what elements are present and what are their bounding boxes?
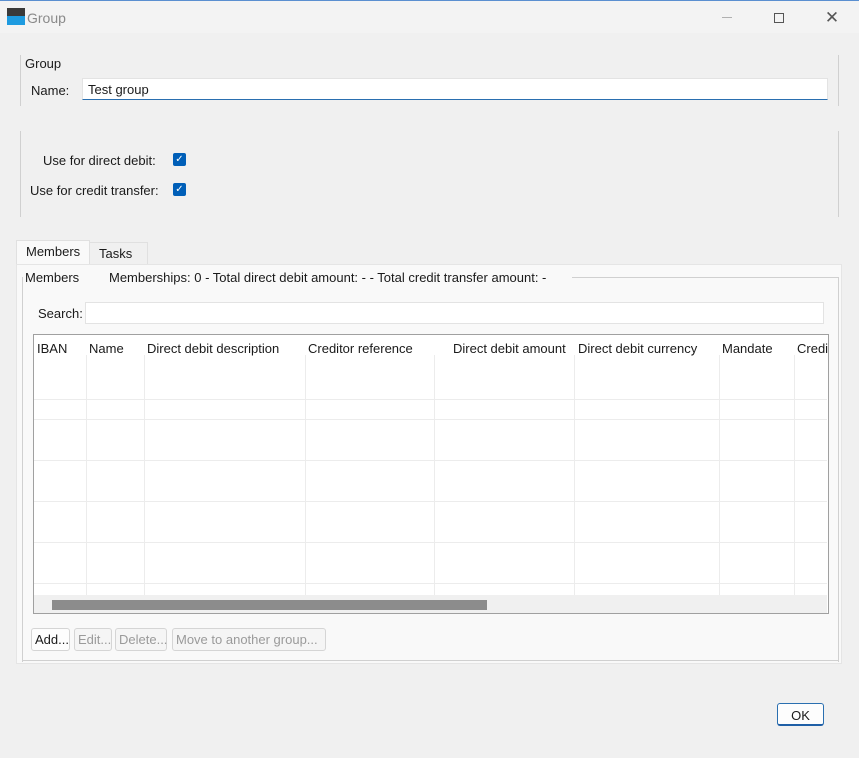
add-button[interactable]: Add... <box>31 628 70 651</box>
column-header-iban[interactable]: IBAN <box>37 341 67 356</box>
members-panel: Members Memberships: 0 - Total direct de… <box>16 264 842 664</box>
column-divider <box>719 355 720 595</box>
direct-debit-label: Use for direct debit: <box>43 153 156 168</box>
column-header-credit[interactable]: Credi <box>797 341 828 356</box>
search-label: Search: <box>38 306 83 321</box>
window-title: Group <box>27 10 66 26</box>
edit-button[interactable]: Edit... <box>74 628 112 651</box>
title-bar: Group ✕ <box>0 0 859 33</box>
maximize-icon <box>774 12 784 23</box>
row-divider <box>34 460 827 461</box>
delete-button[interactable]: Delete... <box>115 628 167 651</box>
column-header-dd-description[interactable]: Direct debit description <box>147 341 279 356</box>
options-box-border <box>20 131 21 217</box>
column-divider <box>794 355 795 595</box>
column-divider <box>144 355 145 595</box>
members-box-top-border <box>572 277 838 278</box>
row-divider <box>34 501 827 502</box>
move-to-group-button[interactable]: Move to another group... <box>172 628 326 651</box>
column-divider <box>434 355 435 595</box>
column-header-mandate[interactable]: Mandate <box>722 341 773 356</box>
row-divider <box>34 399 827 400</box>
name-field[interactable]: Test group <box>82 78 828 100</box>
ok-button[interactable]: OK <box>777 703 824 726</box>
minimize-button[interactable] <box>701 1 753 34</box>
check-icon: ✓ <box>175 184 184 195</box>
credit-transfer-checkbox[interactable]: ✓ <box>173 183 186 196</box>
maximize-button[interactable] <box>753 1 805 34</box>
direct-debit-checkbox[interactable]: ✓ <box>173 153 186 166</box>
horizontal-scrollbar[interactable] <box>34 595 827 613</box>
row-divider <box>34 583 827 584</box>
members-summary: Memberships: 0 - Total direct debit amou… <box>109 270 547 285</box>
row-divider <box>34 419 827 420</box>
minimize-icon <box>722 17 732 18</box>
column-header-dd-amount[interactable]: Direct debit amount <box>453 341 566 356</box>
group-box-border <box>20 55 21 106</box>
members-table[interactable]: IBAN Name Direct debit description Credi… <box>33 334 829 614</box>
app-icon <box>7 8 25 25</box>
close-icon: ✕ <box>824 7 840 27</box>
close-button[interactable]: ✕ <box>806 1 858 34</box>
members-box-border <box>22 277 23 662</box>
column-header-dd-currency[interactable]: Direct debit currency <box>578 341 697 356</box>
members-box-border-right <box>838 277 839 662</box>
column-header-name[interactable]: Name <box>89 341 124 356</box>
column-divider <box>574 355 575 595</box>
search-input[interactable] <box>85 302 824 324</box>
name-label: Name: <box>31 83 70 98</box>
tab-members[interactable]: Members <box>16 240 90 264</box>
group-box-border-right <box>838 55 839 106</box>
members-box-bottom-border <box>22 660 839 661</box>
row-divider <box>34 542 827 543</box>
column-header-creditor-reference[interactable]: Creditor reference <box>308 341 413 356</box>
column-divider <box>305 355 306 595</box>
tab-tasks[interactable]: Tasks <box>90 242 148 266</box>
members-title: Members <box>25 270 80 285</box>
column-divider <box>86 355 87 595</box>
group-box-title: Group <box>25 56 62 71</box>
check-icon: ✓ <box>175 154 184 165</box>
options-box-border-right <box>838 131 839 217</box>
scrollbar-thumb[interactable] <box>52 600 487 610</box>
credit-transfer-label: Use for credit transfer: <box>30 183 159 198</box>
